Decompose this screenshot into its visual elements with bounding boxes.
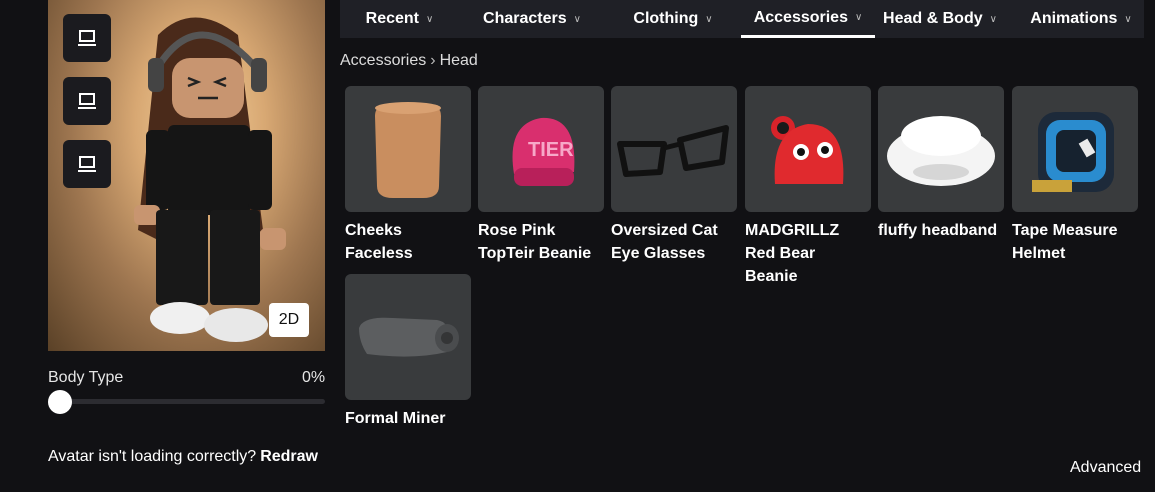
item-card[interactable]: TIER Rose Pink TopTeir Beanie	[478, 86, 604, 265]
tab-head-body[interactable]: Head & Body ∨	[877, 0, 1003, 38]
tab-characters[interactable]: Characters ∨	[476, 0, 588, 38]
tab-clothing[interactable]: Clothing ∨	[622, 0, 724, 38]
2d-toggle-button[interactable]: 2D	[269, 303, 309, 337]
chevron-down-icon: ∨	[426, 13, 434, 25]
category-tabs: Recent ∨ Characters ∨ Clothing ∨ Accessorie…	[340, 0, 1144, 38]
item-card[interactable]: fluffy headband	[878, 86, 1004, 242]
item-card[interactable]: Oversized Cat Eye Glasses	[611, 86, 737, 265]
tab-label: Head & Body	[883, 10, 983, 27]
advanced-link[interactable]: Advanced	[1070, 459, 1141, 477]
tab-recent[interactable]: Recent ∨	[340, 0, 459, 38]
item-card[interactable]: Tape Measure Helmet	[1012, 86, 1138, 265]
item-thumbnail[interactable]	[611, 86, 737, 212]
tab-accessories[interactable]: Accessories ∨	[741, 0, 875, 38]
headband-icon	[887, 116, 995, 186]
item-thumbnail[interactable]	[345, 274, 471, 400]
monitor-icon	[78, 30, 96, 46]
item-card[interactable]: Cheeks Faceless	[345, 86, 471, 265]
item-thumbnail[interactable]	[1012, 86, 1138, 212]
tab-label: Animations	[1030, 10, 1118, 27]
svg-text:TIER: TIER	[528, 139, 574, 161]
item-thumbnail[interactable]: TIER	[478, 86, 604, 212]
body-type-slider-thumb[interactable]	[48, 390, 72, 414]
item-name: MADGRILLZ Red Bear Beanie	[745, 222, 840, 285]
monitor-icon	[78, 93, 96, 109]
item-thumbnail[interactable]	[878, 86, 1004, 212]
view-button[interactable]	[63, 14, 111, 62]
miner-helmet-icon	[359, 317, 459, 357]
chevron-down-icon: ∨	[573, 13, 581, 25]
tab-label: Characters	[483, 10, 567, 27]
chevron-right-icon: ›	[430, 52, 436, 69]
body-type-label: Body Type	[48, 369, 124, 386]
view-button[interactable]	[63, 77, 111, 125]
avatar-preview[interactable]: 2D	[48, 0, 325, 351]
reload-message: Avatar isn't loading correctly? Redraw	[48, 448, 318, 466]
tab-label: Clothing	[633, 10, 699, 27]
body-type-value: 0%	[302, 369, 326, 386]
view-button[interactable]	[63, 140, 111, 188]
chevron-down-icon: ∨	[705, 13, 713, 25]
bear-beanie-icon	[771, 116, 844, 184]
tape-measure-icon	[1032, 112, 1114, 192]
item-card[interactable]: MADGRILLZ Red Bear Beanie	[745, 86, 871, 288]
item-name: fluffy headband	[878, 222, 998, 239]
chevron-down-icon: ∨	[989, 13, 997, 25]
tab-animations[interactable]: Animations ∨	[1018, 0, 1144, 38]
monitor-icon	[78, 156, 96, 172]
item-name: Rose Pink TopTeir Beanie	[478, 222, 592, 262]
tab-label: Recent	[365, 10, 420, 27]
item-name: Oversized Cat Eye Glasses	[611, 222, 718, 262]
tab-label: Accessories	[753, 8, 848, 26]
chevron-down-icon: ∨	[854, 12, 863, 23]
item-name: Cheeks Faceless	[345, 222, 413, 262]
breadcrumb-parent[interactable]: Accessories	[340, 52, 426, 69]
beanie-icon: TIER	[512, 117, 575, 186]
reload-text: Avatar isn't loading correctly?	[48, 448, 257, 465]
item-name: Formal Miner	[345, 410, 446, 427]
item-thumbnail[interactable]	[745, 86, 871, 212]
glasses-icon	[617, 125, 729, 177]
faceless-head-icon	[375, 102, 441, 198]
chevron-down-icon: ∨	[1124, 13, 1132, 25]
breadcrumb: Accessories › Head	[340, 52, 478, 70]
body-type-slider[interactable]	[48, 399, 325, 404]
breadcrumb-current: Head	[439, 52, 478, 69]
item-thumbnail[interactable]	[345, 86, 471, 212]
redraw-link[interactable]: Redraw	[260, 448, 318, 465]
item-name: Tape Measure Helmet	[1012, 222, 1118, 262]
item-card[interactable]: Formal Miner	[345, 274, 471, 430]
